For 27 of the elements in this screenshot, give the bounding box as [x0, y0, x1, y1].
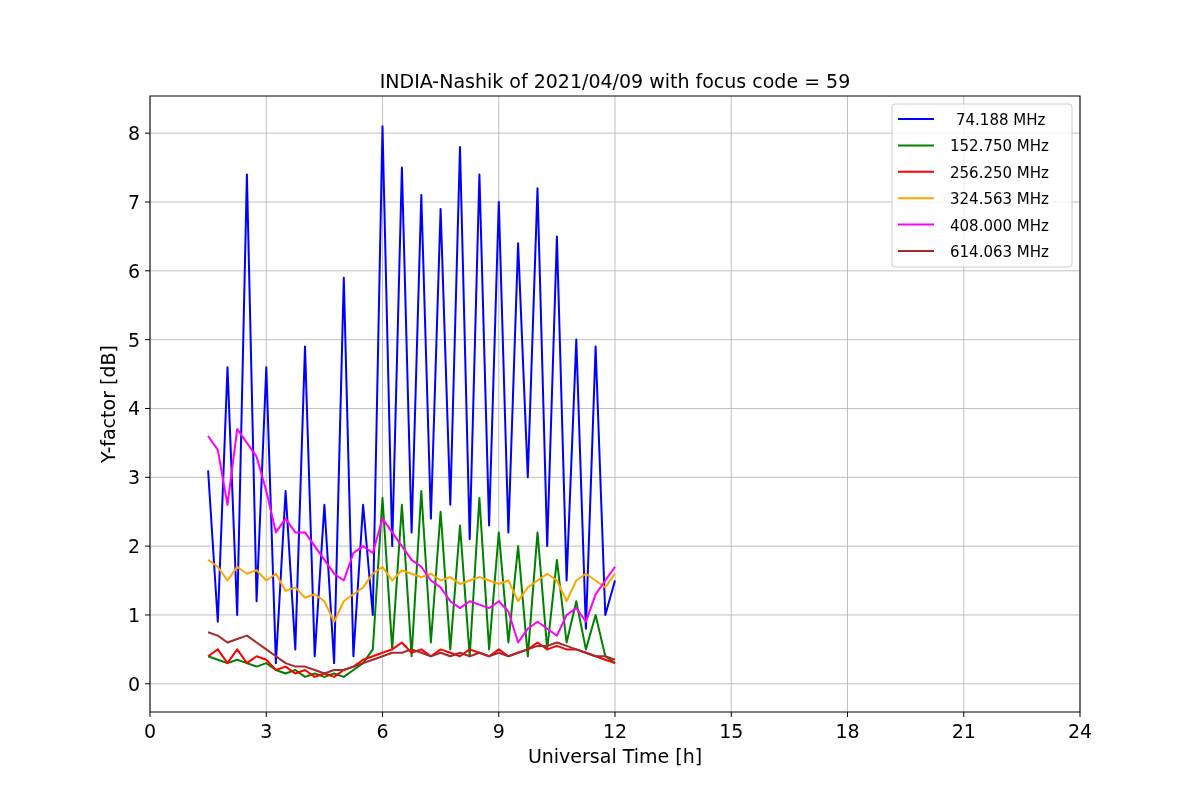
y-axis-label: Y-factor [dB] [97, 345, 119, 463]
tick-label: 6 [376, 720, 389, 742]
tick-label: 5 [127, 328, 140, 351]
tick-label: 0 [127, 672, 140, 695]
tick-label: 21 [951, 720, 976, 742]
tick-label: 1 [127, 603, 140, 626]
tick-label: 2 [127, 535, 140, 558]
legend-label: 408.000 MHz [950, 216, 1049, 235]
tick-label: 4 [127, 397, 140, 420]
tick-label: 15 [719, 720, 744, 742]
x-axis-label: Universal Time [h] [527, 745, 703, 767]
tick-label: 24 [1067, 720, 1093, 742]
tick-label: 12 [602, 720, 628, 742]
legend-label: 152.750 MHz [950, 137, 1049, 156]
tick-label: 8 [127, 122, 140, 145]
tick-label: 3 [260, 720, 273, 742]
legend-label: 74.188 MHz [956, 111, 1046, 129]
legend-label: 256.250 MHz [950, 163, 1049, 182]
tick-label: 0 [143, 720, 157, 742]
tick-label: 3 [127, 466, 140, 489]
legend-label: 324.563 MHz [950, 190, 1049, 209]
tick-label: 6 [127, 259, 140, 282]
tick-label: 7 [127, 191, 140, 213]
tick-label: 18 [835, 720, 860, 742]
tick-label: 9 [492, 720, 505, 742]
chart-title: INDIA-Nashik of 2021/04/09 with focus code = 59 [379, 70, 851, 92]
legend-label: 614.063 MHz [950, 243, 1049, 261]
